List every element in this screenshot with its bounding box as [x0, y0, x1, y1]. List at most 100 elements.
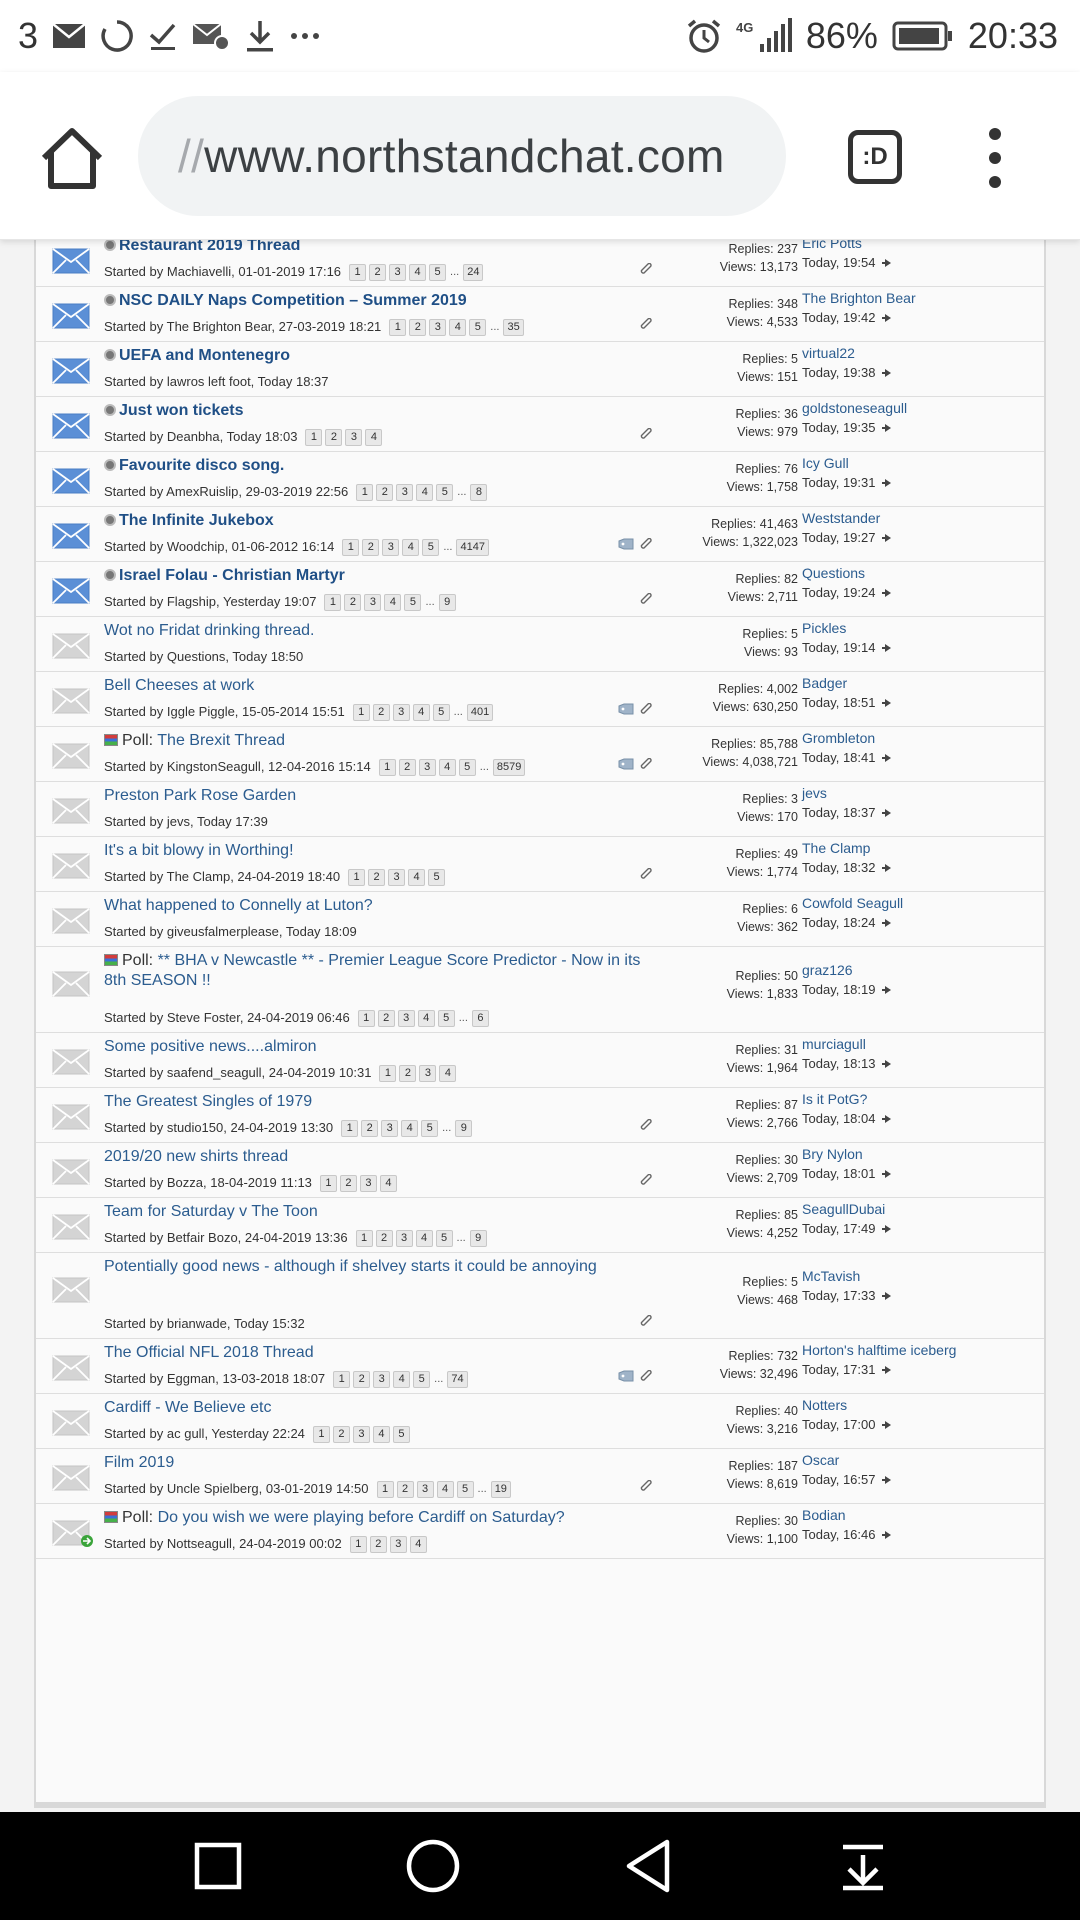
page-link[interactable]: 4	[379, 1174, 397, 1192]
page-link[interactable]: 5	[435, 1229, 453, 1247]
thread-title-link[interactable]: Preston Park Rose Garden	[104, 787, 296, 804]
go-to-last-post-icon[interactable]	[882, 1114, 892, 1123]
thread-row[interactable]: Israel Folau - Christian Martyr Started b…	[36, 562, 1044, 617]
last-page-link[interactable]: 9	[438, 593, 456, 611]
thread-row[interactable]: Team for Saturday v The Toon Started by B…	[36, 1198, 1044, 1253]
last-page-link[interactable]: 8579	[492, 758, 526, 776]
page-link[interactable]: 3	[382, 538, 400, 556]
page-link[interactable]: 1	[324, 593, 342, 611]
go-to-last-post-icon[interactable]	[882, 423, 892, 432]
page-link[interactable]: 2	[361, 1119, 379, 1137]
go-to-last-post-icon[interactable]	[882, 863, 892, 872]
thread-title-link[interactable]: The Greatest Singles of 1979	[104, 1093, 312, 1110]
go-to-last-post-icon[interactable]	[882, 588, 892, 597]
thread-row[interactable]: The Greatest Singles of 1979 Started by s…	[36, 1088, 1044, 1143]
go-to-last-post-icon[interactable]	[882, 808, 892, 817]
page-link[interactable]: 4	[409, 263, 427, 281]
page-link[interactable]: 1	[352, 703, 370, 721]
thread-row[interactable]: 2019/20 new shirts thread Started by Bozz…	[36, 1143, 1044, 1198]
page-link[interactable]: 1	[376, 1480, 394, 1498]
page-link[interactable]: 4	[415, 1229, 433, 1247]
last-page-link[interactable]: 9	[469, 1229, 487, 1247]
page-link[interactable]: 5	[429, 263, 447, 281]
thread-title-link[interactable]: ** BHA v Newcastle ** - Premier League S…	[104, 952, 640, 989]
page-link[interactable]: 4	[372, 1425, 390, 1443]
thread-title-link[interactable]: 2019/20 new shirts thread	[104, 1148, 288, 1165]
thread-row[interactable]: Film 2019 Started by Uncle Spielberg, 03-…	[36, 1449, 1044, 1504]
page-link[interactable]: 5	[458, 758, 476, 776]
thread-title-link[interactable]: Just won tickets	[119, 402, 243, 419]
thread-row[interactable]: Poll: The Brexit Thread Started by Kingst…	[36, 727, 1044, 782]
page-link[interactable]: 3	[397, 1009, 415, 1027]
last-post-user-link[interactable]: jevs	[802, 784, 1042, 803]
go-to-last-post-icon[interactable]	[882, 918, 892, 927]
page-link[interactable]: 4	[365, 428, 383, 446]
page-link[interactable]: 2	[375, 1229, 393, 1247]
address-bar[interactable]: //www.northstandchat.com	[138, 96, 786, 216]
page-link[interactable]: 1	[357, 1009, 375, 1027]
page-link[interactable]: 4	[439, 1064, 457, 1082]
page-link[interactable]: 5	[428, 868, 446, 886]
page-link[interactable]: 3	[345, 428, 363, 446]
go-to-last-post-icon[interactable]	[882, 1365, 892, 1374]
last-post-user-link[interactable]: Grombleton	[802, 729, 1042, 748]
last-post-user-link[interactable]: Bry Nylon	[802, 1145, 1042, 1164]
page-link[interactable]: 2	[376, 483, 394, 501]
recent-apps-button[interactable]	[178, 1826, 258, 1906]
last-page-link[interactable]: 401	[466, 703, 494, 721]
page-link[interactable]: 5	[469, 318, 487, 336]
page-link[interactable]: 3	[364, 593, 382, 611]
thread-row[interactable]: Some positive news....almiron Started by …	[36, 1033, 1044, 1088]
last-post-user-link[interactable]: goldstoneseagull	[802, 399, 1042, 418]
page-link[interactable]: 5	[413, 1370, 431, 1388]
page-link[interactable]: 2	[339, 1174, 357, 1192]
go-to-last-post-icon[interactable]	[882, 1059, 892, 1068]
go-to-last-post-icon[interactable]	[882, 1475, 892, 1484]
last-page-link[interactable]: 74	[447, 1370, 468, 1388]
last-post-user-link[interactable]: Eric Potts	[802, 240, 1042, 253]
go-to-last-post-icon[interactable]	[882, 753, 892, 762]
page-link[interactable]: 4	[384, 593, 402, 611]
last-post-user-link[interactable]: Icy Gull	[802, 454, 1042, 473]
last-post-user-link[interactable]: Cowfold Seagull	[802, 894, 1042, 913]
page-link[interactable]: 5	[422, 538, 440, 556]
page-link[interactable]: 2	[398, 758, 416, 776]
thread-title-link[interactable]: Favourite disco song.	[119, 457, 284, 474]
go-to-last-post-icon[interactable]	[882, 698, 892, 707]
page-link[interactable]: 3	[373, 1370, 391, 1388]
thread-row[interactable]: What happened to Connelly at Luton? Start…	[36, 892, 1044, 947]
page-link[interactable]: 3	[418, 758, 436, 776]
page-link[interactable]: 1	[341, 1119, 359, 1137]
thread-title-link[interactable]: Cardiff - We Believe etc	[104, 1399, 271, 1416]
thread-title-link[interactable]: UEFA and Montenegro	[119, 347, 290, 364]
page-link[interactable]: 2	[353, 1370, 371, 1388]
go-to-last-post-icon[interactable]	[882, 643, 892, 652]
page-link[interactable]: 3	[429, 318, 447, 336]
thread-title-link[interactable]: The Official NFL 2018 Thread	[104, 1344, 314, 1361]
thread-row[interactable]: Cardiff - We Believe etc Started by ac gu…	[36, 1394, 1044, 1449]
thread-row[interactable]: It's a bit blowy in Worthing! Started by …	[36, 837, 1044, 892]
last-post-user-link[interactable]: Badger	[802, 674, 1042, 693]
thread-row[interactable]: Favourite disco song. Started by AmexRuis…	[36, 452, 1044, 507]
go-to-last-post-icon[interactable]	[882, 1169, 892, 1178]
go-to-last-post-icon[interactable]	[882, 258, 892, 267]
thread-title-link[interactable]: Restaurant 2019 Thread	[119, 240, 300, 254]
thread-row[interactable]: Poll: ** BHA v Newcastle ** - Premier Le…	[36, 947, 1044, 1033]
thread-title-link[interactable]: Wot no Fridat drinking thread.	[104, 622, 314, 639]
thread-title-link[interactable]: Film 2019	[104, 1454, 174, 1471]
thread-title-link[interactable]: Some positive news....almiron	[104, 1038, 317, 1055]
page-link[interactable]: 1	[379, 1064, 397, 1082]
thread-title-link[interactable]: Potentially good news - although if shel…	[104, 1258, 597, 1275]
page-link[interactable]: 3	[381, 1119, 399, 1137]
page-link[interactable]: 2	[369, 263, 387, 281]
notification-shade-button[interactable]	[823, 1826, 903, 1906]
page-link[interactable]: 2	[344, 593, 362, 611]
thread-row[interactable]: Bell Cheeses at work Started by Iggle Pig…	[36, 672, 1044, 727]
thread-row[interactable]: Poll: Do you wish we were playing before…	[36, 1504, 1044, 1559]
page-link[interactable]: 5	[432, 703, 450, 721]
page-link[interactable]: 2	[377, 1009, 395, 1027]
last-post-user-link[interactable]: Horton's halftime iceberg	[802, 1341, 1042, 1360]
page-link[interactable]: 4	[408, 868, 426, 886]
go-to-last-post-icon[interactable]	[882, 1530, 892, 1539]
page-link[interactable]: 2	[325, 428, 343, 446]
